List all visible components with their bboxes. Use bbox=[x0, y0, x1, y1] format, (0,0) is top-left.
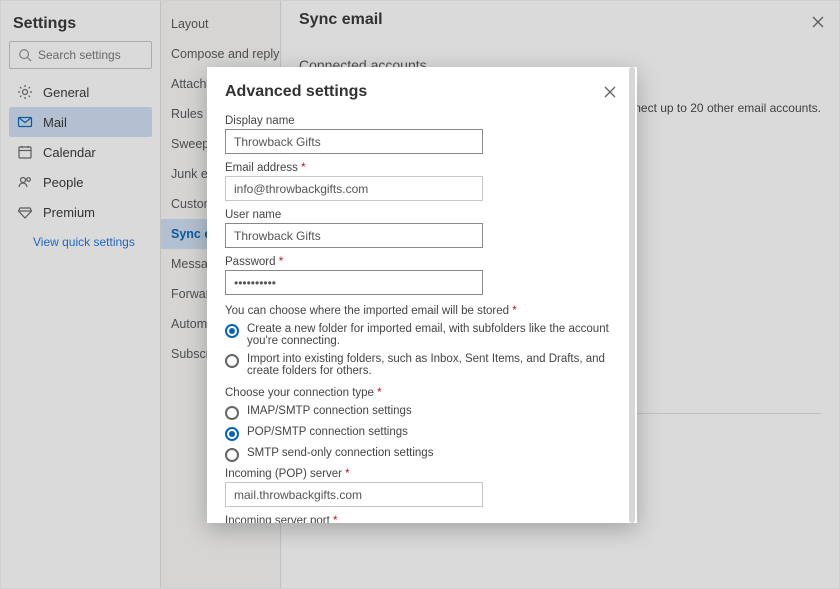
password-label: Password * bbox=[225, 256, 619, 268]
sidebar-item-mail[interactable]: Mail bbox=[9, 107, 152, 137]
mail-icon bbox=[17, 114, 33, 130]
sub-item-compose[interactable]: Compose and reply bbox=[161, 39, 280, 69]
view-quick-settings-link[interactable]: View quick settings bbox=[9, 227, 152, 249]
search-settings-input[interactable] bbox=[9, 41, 152, 69]
conn-option-label: IMAP/SMTP connection settings bbox=[247, 405, 412, 417]
store-option-existing[interactable]: Import into existing folders, such as In… bbox=[225, 353, 619, 377]
sub-item-layout[interactable]: Layout bbox=[161, 9, 280, 39]
display-name-input[interactable] bbox=[225, 129, 483, 154]
sidebar-item-label: Mail bbox=[43, 115, 67, 130]
radio-icon bbox=[225, 427, 239, 441]
username-input[interactable] bbox=[225, 223, 483, 248]
incoming-server-input[interactable] bbox=[225, 482, 483, 507]
email-input[interactable] bbox=[225, 176, 483, 201]
calendar-icon bbox=[17, 144, 33, 160]
people-icon bbox=[17, 174, 33, 190]
sidebar-item-label: General bbox=[43, 85, 89, 100]
sidebar-item-label: People bbox=[43, 175, 83, 190]
radio-icon bbox=[225, 354, 239, 368]
settings-sidebar: Settings General Mail Calendar People Pr… bbox=[1, 1, 161, 588]
email-label: Email address * bbox=[225, 162, 619, 174]
diamond-icon bbox=[17, 204, 33, 220]
dialog-title: Advanced settings bbox=[225, 83, 619, 101]
close-icon bbox=[603, 85, 617, 99]
close-settings-button[interactable] bbox=[811, 15, 825, 32]
incoming-port-label: Incoming server port * bbox=[225, 515, 619, 523]
store-note: You can choose where the imported email … bbox=[225, 305, 619, 317]
conn-option-pop[interactable]: POP/SMTP connection settings bbox=[225, 426, 619, 441]
sidebar-item-label: Premium bbox=[43, 205, 95, 220]
gear-icon bbox=[17, 84, 33, 100]
store-option-new-folder[interactable]: Create a new folder for imported email, … bbox=[225, 323, 619, 347]
display-name-label: Display name bbox=[225, 115, 619, 127]
store-option-label: Create a new folder for imported email, … bbox=[247, 323, 619, 347]
conn-option-label: POP/SMTP connection settings bbox=[247, 426, 408, 438]
settings-title: Settings bbox=[13, 15, 148, 33]
sidebar-item-people[interactable]: People bbox=[9, 167, 152, 197]
conn-option-imap[interactable]: IMAP/SMTP connection settings bbox=[225, 405, 619, 420]
store-option-label: Import into existing folders, such as In… bbox=[247, 353, 619, 377]
password-input[interactable] bbox=[225, 270, 483, 295]
sidebar-item-label: Calendar bbox=[43, 145, 96, 160]
sidebar-item-calendar[interactable]: Calendar bbox=[9, 137, 152, 167]
search-settings-field[interactable] bbox=[38, 48, 143, 62]
conn-option-smtp-only[interactable]: SMTP send-only connection settings bbox=[225, 447, 619, 462]
search-icon bbox=[18, 48, 32, 62]
main-heading: Sync email bbox=[299, 11, 821, 29]
radio-icon bbox=[225, 324, 239, 338]
sidebar-item-general[interactable]: General bbox=[9, 77, 152, 107]
radio-icon bbox=[225, 406, 239, 420]
incoming-server-label: Incoming (POP) server * bbox=[225, 468, 619, 480]
username-label: User name bbox=[225, 209, 619, 221]
conn-option-label: SMTP send-only connection settings bbox=[247, 447, 433, 459]
sidebar-item-premium[interactable]: Premium bbox=[9, 197, 152, 227]
radio-icon bbox=[225, 448, 239, 462]
advanced-settings-dialog: Advanced settings Display name Email add… bbox=[207, 67, 637, 523]
close-icon bbox=[811, 15, 825, 29]
connection-type-label: Choose your connection type * bbox=[225, 387, 619, 399]
close-dialog-button[interactable] bbox=[603, 85, 617, 99]
